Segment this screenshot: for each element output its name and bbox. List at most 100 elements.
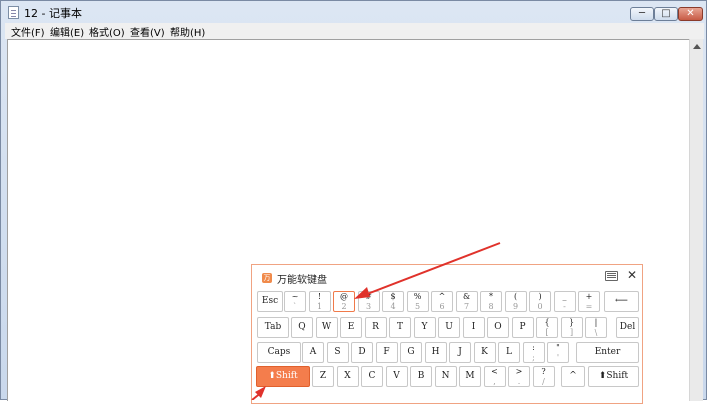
key-esc[interactable]: Esc	[257, 291, 283, 312]
key-r4-extra-1[interactable]: >.	[508, 366, 530, 387]
key-enter[interactable]: Enter	[576, 342, 639, 363]
key-letter-r3-7[interactable]: K	[473, 342, 496, 363]
keyboard-logo-icon: 万	[262, 273, 272, 283]
key-letter-r3-3[interactable]: F	[375, 342, 398, 363]
key-r1-9[interactable]: (9	[504, 291, 527, 312]
key-r1-2[interactable]: @2	[333, 291, 355, 312]
key-r4-extra-2[interactable]: ? /	[532, 366, 555, 387]
key-r1-1[interactable]: ! 1	[308, 291, 331, 312]
menu-view[interactable]: 查看(V)	[130, 24, 165, 39]
key-r4-extra-0[interactable]: <,	[483, 366, 506, 387]
key-letter-r3-5[interactable]: H	[424, 342, 447, 363]
minimize-button[interactable]: ─	[630, 7, 654, 21]
key-letter-r2-9[interactable]: P	[511, 317, 534, 338]
key-base-char: .	[517, 377, 521, 386]
key-letter-r2-5[interactable]: Y	[413, 317, 436, 338]
key-del[interactable]: Del	[616, 317, 639, 338]
key-base-char: 9	[512, 302, 519, 311]
key-caps[interactable]: Caps	[257, 342, 301, 363]
key-label: U	[445, 322, 453, 332]
key-letter-r3-2[interactable]: D	[351, 342, 373, 363]
key-letter-r2-3[interactable]: R	[364, 317, 387, 338]
key-label: G	[407, 347, 415, 357]
key-r1-6[interactable]: ^ 6	[431, 291, 453, 312]
key-base-char: 6	[439, 302, 445, 311]
key-letter-r2-7[interactable]: I	[462, 317, 485, 338]
menu-file[interactable]: 文件(F)	[11, 24, 45, 39]
key-letter-r4-5[interactable]: N	[434, 366, 457, 387]
key-label: Del	[619, 322, 636, 332]
key-letter-r2-4[interactable]: T	[389, 317, 411, 338]
title-bar[interactable]: 12 - 记事本 ─ □ ✕	[1, 1, 707, 23]
key-r2-extra-0[interactable]: {[	[536, 317, 558, 338]
key-shift-left[interactable]: ⬆Shift	[256, 366, 310, 387]
key-label: X	[344, 371, 351, 381]
key-letter-r2-0[interactable]: Q	[291, 317, 313, 338]
key-letter-r2-2[interactable]: E	[340, 317, 362, 338]
key-shift-char: @	[340, 292, 348, 301]
key-label: L	[506, 347, 512, 357]
keyboard-close-icon[interactable]: ✕	[627, 268, 637, 282]
key-r3-extra-1[interactable]: " '	[547, 342, 569, 363]
key-letter-r2-6[interactable]: U	[438, 317, 460, 338]
key-base-char: 0	[537, 302, 543, 311]
key-letter-r4-2[interactable]: C	[361, 366, 383, 387]
key-base-char: 4	[390, 302, 396, 311]
key-r1-5[interactable]: % 5	[406, 291, 429, 312]
key-r1-7[interactable]: & 7	[455, 291, 478, 312]
key-r1-11[interactable]: _ -	[553, 291, 576, 312]
key-letter-r3-4[interactable]: G	[400, 342, 422, 363]
maximize-button[interactable]: □	[654, 7, 678, 21]
key-letter-r3-0[interactable]: A	[302, 342, 324, 363]
key-r2-extra-1[interactable]: }]	[560, 317, 583, 338]
key-r1-12[interactable]: + =	[578, 291, 600, 312]
key-r1-10[interactable]: ) 0	[529, 291, 551, 312]
key-letter-r3-8[interactable]: L	[498, 342, 520, 363]
key-base-char: '	[556, 353, 560, 362]
menu-help[interactable]: 帮助(H)	[170, 24, 205, 39]
key-letter-r4-6[interactable]: M	[459, 366, 481, 387]
close-button[interactable]: ✕	[678, 7, 703, 21]
key-label: Esc	[261, 296, 279, 306]
key-r3-extra-0[interactable]: :;	[522, 342, 545, 363]
key-label: Z	[319, 371, 327, 381]
key-label: T	[396, 322, 403, 332]
key-r2-extra-2[interactable]: | \	[585, 317, 607, 338]
key-letter-r4-1[interactable]: X	[336, 366, 359, 387]
notepad-icon[interactable]	[8, 6, 19, 19]
key-label: Q	[298, 322, 306, 332]
keyboard-icon[interactable]	[605, 271, 618, 281]
key-letter-r3-1[interactable]: S	[326, 342, 349, 363]
key-label: ⬆Shift	[598, 371, 629, 381]
key-base-char: 7	[463, 302, 470, 311]
key-letter-r4-0[interactable]: Z	[312, 366, 334, 387]
key-shift-right[interactable]: ⬆Shift	[588, 366, 639, 387]
key-label: N	[441, 371, 450, 381]
key-letter-r4-4[interactable]: B	[410, 366, 432, 387]
key-base-char: /	[542, 377, 545, 386]
key-base-char: ,	[493, 377, 496, 386]
key-shift-char: *	[489, 292, 493, 301]
menu-format[interactable]: 格式(O)	[89, 24, 125, 39]
key-letter-r4-3[interactable]: V	[385, 366, 408, 387]
menu-edit[interactable]: 编辑(E)	[50, 24, 84, 39]
key-label: ⟵	[615, 296, 628, 306]
vertical-scrollbar[interactable]	[689, 39, 703, 401]
key-letter-r2-8[interactable]: O	[487, 317, 509, 338]
key-shift-char: |	[594, 318, 598, 327]
scroll-up-arrow-icon[interactable]	[693, 44, 701, 49]
key-label: Y	[421, 322, 428, 332]
key-label: I	[471, 322, 476, 332]
key-backspace[interactable]: ⟵	[604, 291, 639, 312]
key-shift-char: )	[538, 292, 542, 301]
key-r1-3[interactable]: #3	[357, 291, 380, 312]
soft-keyboard-header[interactable]: 万 万能软键盘 ✕	[252, 265, 642, 289]
key-tab[interactable]: Tab	[257, 317, 289, 338]
key-r1-8[interactable]: * 8	[480, 291, 502, 312]
key-letter-r3-6[interactable]: J	[449, 342, 471, 363]
key-letter-r2-1[interactable]: W	[315, 317, 338, 338]
key-r1-0[interactable]: ~ `	[284, 291, 306, 312]
key-up-arrow[interactable]: ^	[561, 366, 585, 387]
key-r1-4[interactable]: $4	[382, 291, 404, 312]
key-label: Enter	[594, 347, 621, 357]
